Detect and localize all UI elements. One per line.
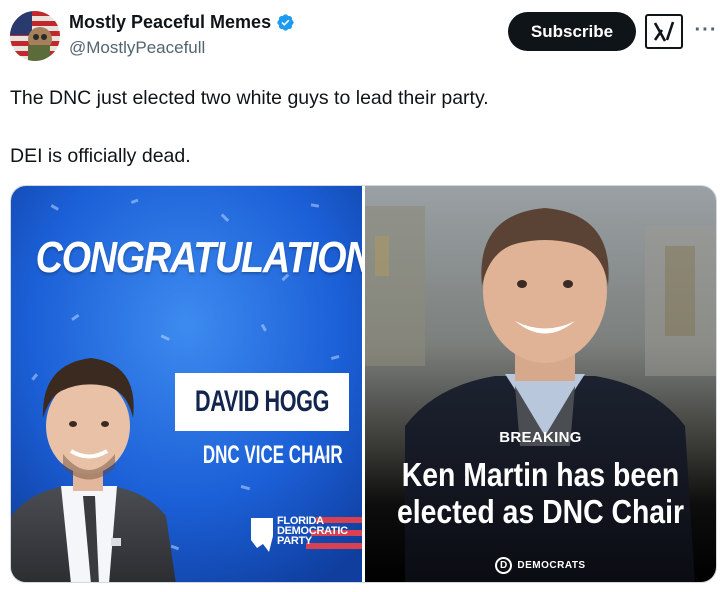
democrats-logo: D DEMOCRATS: [365, 557, 716, 574]
subscribe-button[interactable]: Subscribe: [508, 12, 636, 51]
author-name-row[interactable]: Mostly Peaceful Memes: [69, 12, 295, 33]
democrats-d-icon: D: [495, 557, 513, 574]
democrats-logo-text: DEMOCRATS: [517, 560, 586, 571]
grok-button[interactable]: [645, 14, 683, 49]
media-image-right[interactable]: BREAKING Ken Martin has been elected as …: [365, 186, 716, 582]
person-name: DAVID HOGG: [194, 385, 330, 418]
avatar-image: [10, 11, 60, 61]
more-options-icon[interactable]: ···: [694, 18, 718, 42]
fdp-logo-line-3: PARTY: [277, 535, 312, 547]
headline-line-2: elected as DNC Chair: [396, 493, 685, 530]
verified-badge-icon: [277, 14, 294, 31]
media-image-left[interactable]: CONGRATULATIONS DAVID HOGG DNC VICE CHAI…: [11, 186, 362, 582]
fdp-logo-text: FLORIDA DEMOCRATIC PARTY: [277, 516, 348, 547]
tweet-line-1: The DNC just elected two white guys to l…: [10, 87, 489, 109]
avatar[interactable]: [10, 11, 60, 61]
tweet-text: The DNC just elected two white guys to l…: [10, 84, 489, 170]
role-title: DNC VICE CHAIR: [202, 441, 343, 469]
headline: Ken Martin has been elected as DNC Chair: [390, 456, 692, 530]
grok-icon: [653, 21, 675, 42]
tweet-line-2: DEI is officially dead.: [10, 145, 191, 167]
media-grid: CONGRATULATIONS DAVID HOGG DNC VICE CHAI…: [10, 185, 717, 583]
congrats-title: CONGRATULATIONS: [35, 233, 362, 282]
breaking-label: BREAKING: [499, 429, 582, 446]
name-card: DAVID HOGG: [175, 373, 349, 431]
headline-line-1: Ken Martin has been: [401, 456, 680, 493]
author-handle[interactable]: @MostlyPeacefull: [69, 38, 205, 58]
display-name[interactable]: Mostly Peaceful Memes: [69, 12, 271, 33]
